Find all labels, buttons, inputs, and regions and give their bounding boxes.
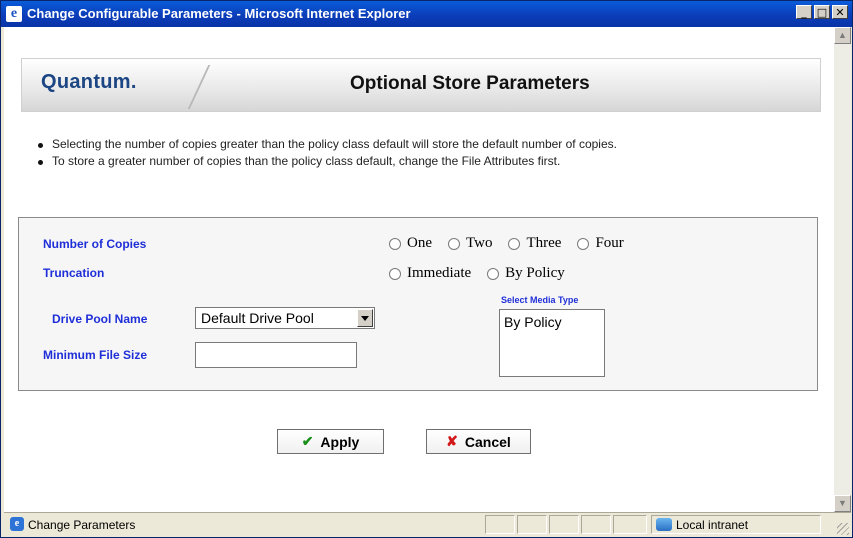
- radio-label: Three: [526, 235, 562, 251]
- status-panel: [485, 515, 515, 534]
- copies-option-two[interactable]: Two: [448, 235, 492, 252]
- radio-button[interactable]: [389, 267, 401, 280]
- page-title: Optional Store Parameters: [350, 73, 590, 94]
- window-controls: _ □ ✕: [796, 5, 848, 19]
- cancel-label: Cancel: [464, 433, 511, 450]
- scroll-up-icon[interactable]: ▲: [834, 27, 851, 44]
- radio-button[interactable]: [448, 237, 460, 250]
- truncation-option-by-policy[interactable]: By Policy: [487, 265, 565, 282]
- status-panel: [613, 515, 647, 534]
- title-bar[interactable]: e Change Configurable Parameters - Micro…: [1, 1, 852, 27]
- radio-label: Immediate: [407, 265, 472, 281]
- cancel-button[interactable]: ✘ Cancel: [426, 429, 531, 454]
- radio-label: Four: [595, 235, 624, 251]
- truncation-option-immediate[interactable]: Immediate: [389, 265, 471, 282]
- note-text: Selecting the number of copies greater t…: [52, 137, 617, 151]
- status-text: Change Parameters: [28, 518, 136, 532]
- drive-pool-select[interactable]: Default Drive Pool: [195, 307, 375, 329]
- radio-button[interactable]: [487, 267, 500, 280]
- radio-label: One: [407, 235, 432, 251]
- copies-option-three[interactable]: Three: [508, 235, 561, 252]
- note-text: To store a greater number of copies than…: [52, 154, 561, 168]
- chevron-down-icon[interactable]: [357, 309, 373, 327]
- scroll-down-icon[interactable]: ▼: [834, 495, 851, 512]
- drive-pool-label: Drive Pool Name: [52, 312, 148, 326]
- zone-text: Local intranet: [676, 518, 749, 532]
- quantum-logo: Quantum.: [41, 71, 137, 93]
- apply-label: Apply: [320, 433, 360, 450]
- page-icon: e: [10, 517, 24, 531]
- radio-label: By Policy: [505, 265, 565, 281]
- parameters-panel: Number of Copies One Two Three Four Trun…: [18, 217, 818, 391]
- truncation-label: Truncation: [43, 266, 105, 280]
- bullet-icon: [38, 160, 43, 165]
- security-zone: Local intranet: [651, 515, 821, 534]
- status-bar: e Change Parameters Local intranet: [4, 512, 851, 537]
- x-icon: ✘: [446, 433, 458, 449]
- banner-divider: [187, 65, 211, 109]
- info-notes: Selecting the number of copies greater t…: [38, 137, 822, 172]
- min-file-size-input[interactable]: [195, 342, 357, 368]
- status-panel: [517, 515, 547, 534]
- note-item: To store a greater number of copies than…: [38, 154, 822, 168]
- copies-radio-group: One Two Three Four: [389, 235, 640, 252]
- intranet-icon: [656, 518, 672, 531]
- radio-label: Two: [466, 235, 493, 251]
- resize-grip-icon[interactable]: [837, 523, 849, 535]
- status-panel: [549, 515, 579, 534]
- ie-icon: e: [6, 6, 22, 22]
- copies-option-one[interactable]: One: [389, 235, 432, 252]
- window-title: Change Configurable Parameters - Microso…: [27, 6, 411, 21]
- vertical-scrollbar[interactable]: ▲ ▼: [834, 27, 851, 512]
- copies-label: Number of Copies: [43, 237, 147, 251]
- list-item[interactable]: By Policy: [500, 310, 604, 334]
- close-button[interactable]: ✕: [832, 5, 848, 19]
- radio-button[interactable]: [577, 237, 590, 250]
- radio-button[interactable]: [508, 237, 521, 250]
- page-content: Quantum. Optional Store Parameters Selec…: [4, 27, 834, 512]
- checkmark-icon: ✔: [301, 433, 314, 449]
- apply-button[interactable]: ✔ Apply: [277, 429, 384, 454]
- min-file-size-label: Minimum File Size: [43, 348, 148, 362]
- truncation-radio-group: Immediate By Policy: [389, 265, 581, 282]
- radio-button[interactable]: [389, 237, 401, 250]
- status-panel: [581, 515, 611, 534]
- maximize-button[interactable]: □: [814, 5, 830, 19]
- minimize-button[interactable]: _: [796, 5, 812, 19]
- drive-pool-value: Default Drive Pool: [201, 310, 314, 326]
- note-item: Selecting the number of copies greater t…: [38, 137, 822, 151]
- media-type-listbox[interactable]: By Policy: [499, 309, 605, 377]
- copies-option-four[interactable]: Four: [577, 235, 624, 252]
- bullet-icon: [38, 143, 43, 148]
- browser-window: e Change Configurable Parameters - Micro…: [0, 0, 853, 538]
- media-type-label: Select Media Type: [501, 295, 579, 305]
- header-banner: Quantum. Optional Store Parameters: [21, 58, 821, 112]
